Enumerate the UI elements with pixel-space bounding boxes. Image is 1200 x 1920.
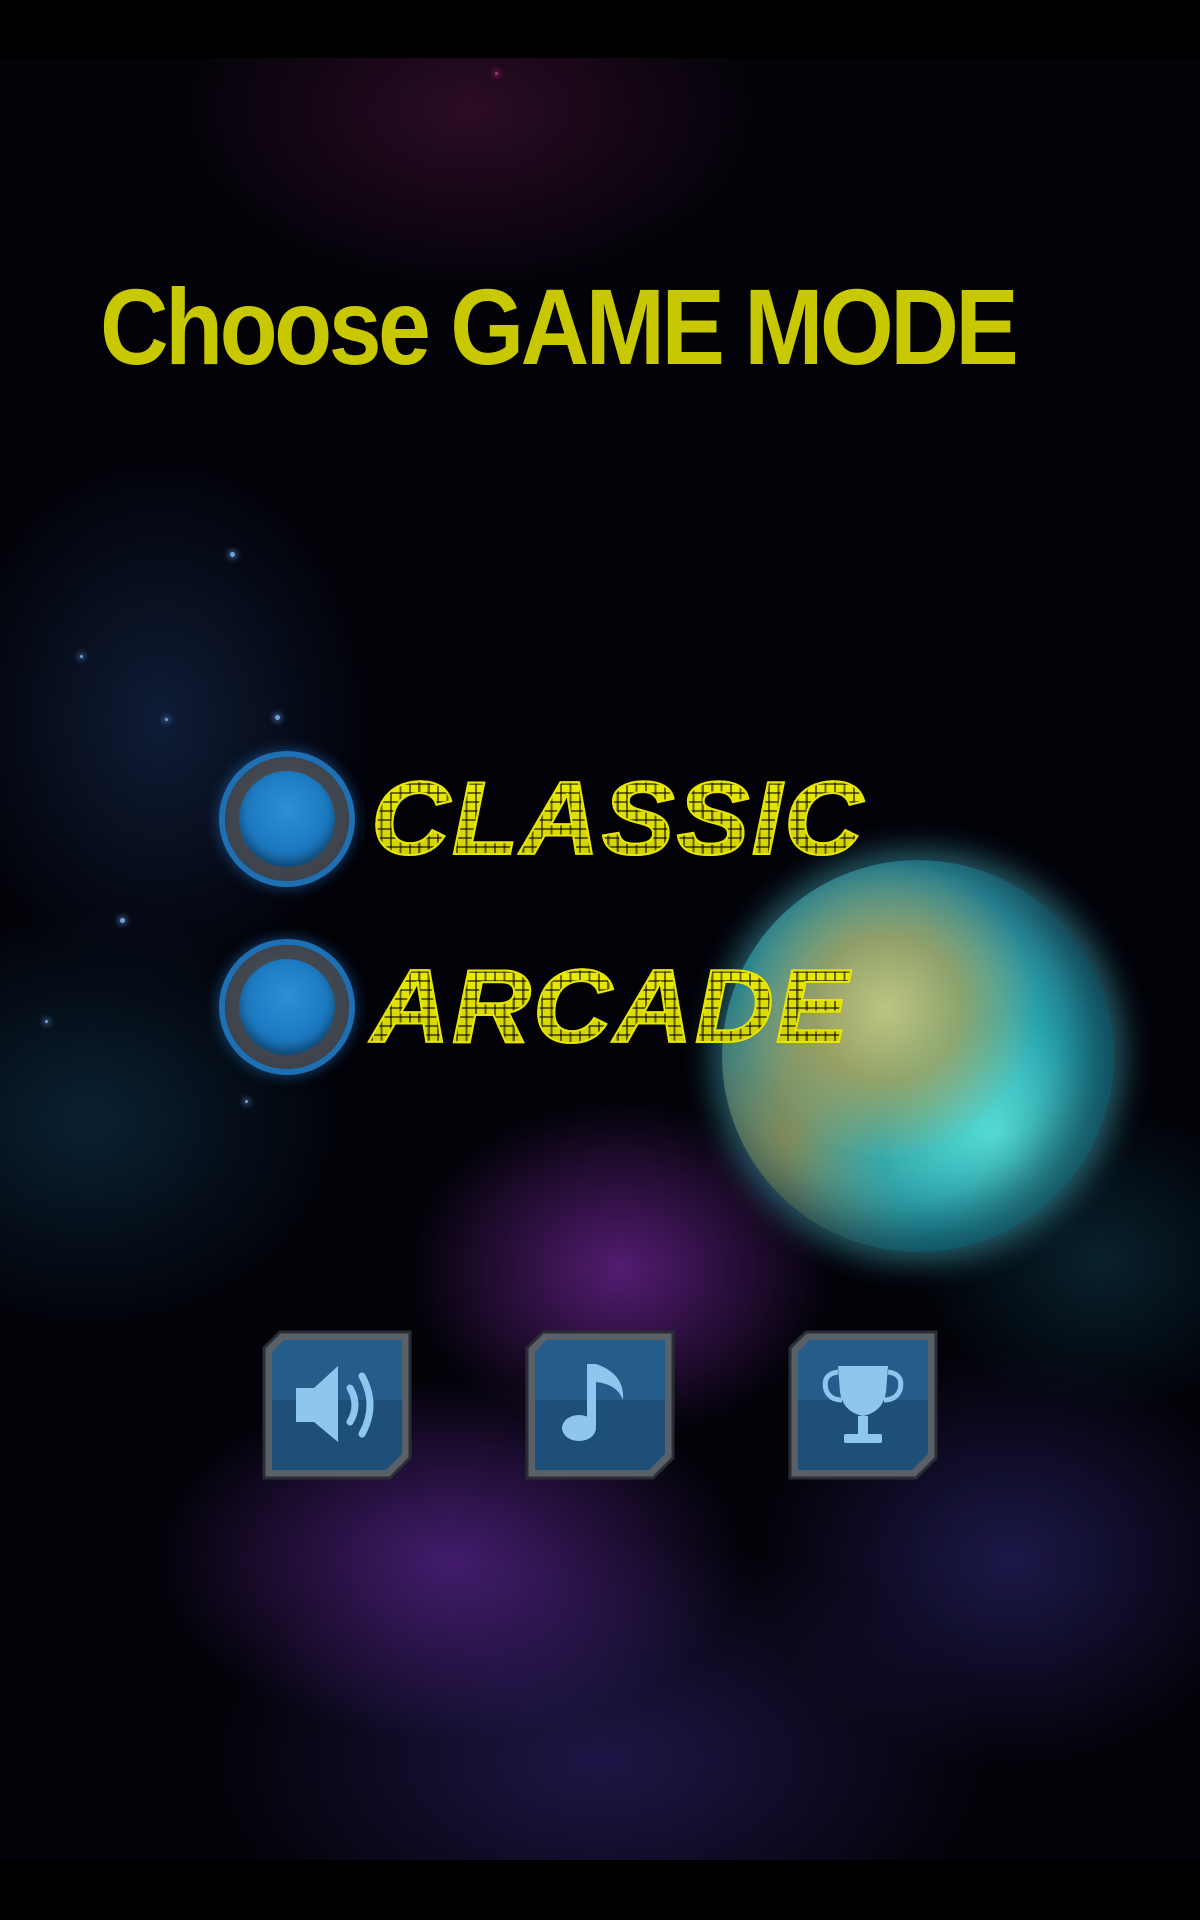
top-band — [0, 0, 1200, 58]
button-frame — [525, 1330, 675, 1480]
page-title: Choose GAME MODE — [100, 266, 1019, 387]
arcade-mode-label[interactable]: ARCADE — [370, 950, 851, 1064]
star — [45, 1020, 48, 1023]
classic-radio-button[interactable] — [225, 757, 349, 881]
star — [275, 715, 280, 720]
mode-option-classic[interactable]: CLASSIC — [225, 757, 985, 887]
game-mode-screen: Choose GAME MODE CLASSIC ARCADE — [0, 0, 1200, 1920]
star — [230, 552, 235, 557]
star — [245, 1100, 248, 1103]
mode-option-arcade[interactable]: ARCADE — [225, 945, 985, 1075]
sound-button[interactable] — [262, 1330, 412, 1480]
button-frame — [788, 1330, 938, 1480]
star — [120, 918, 125, 923]
button-frame — [262, 1330, 412, 1480]
classic-mode-label[interactable]: CLASSIC — [370, 762, 866, 876]
music-button[interactable] — [525, 1330, 675, 1480]
star — [80, 655, 83, 658]
leaderboard-button[interactable] — [788, 1330, 938, 1480]
star — [165, 718, 168, 721]
star — [495, 72, 498, 75]
bottom-bar — [0, 1860, 1200, 1920]
arcade-radio-button[interactable] — [225, 945, 349, 1069]
